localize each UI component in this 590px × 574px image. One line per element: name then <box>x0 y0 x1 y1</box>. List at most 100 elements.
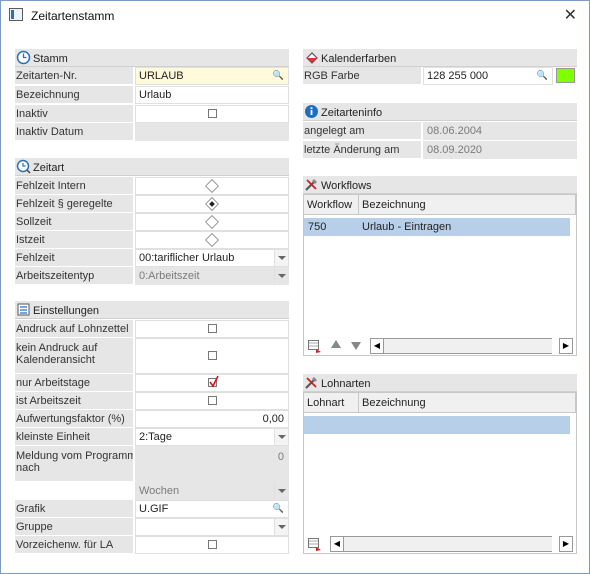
row-wochen: Wochen <box>15 482 289 500</box>
scroll-right-arrow[interactable]: ▶ <box>559 338 573 354</box>
workflows-col-workflow[interactable]: Workflow <box>304 195 359 215</box>
horizontal-scrollbar[interactable] <box>344 536 552 552</box>
rgb-farbe-value: 128 255 000 <box>427 70 489 82</box>
grafik-field[interactable]: U.GIF 🔍 <box>135 500 289 518</box>
fehlzeit-select[interactable]: 00:tariflicher Urlaub <box>135 249 289 267</box>
section-workflows-header: Workflows <box>303 176 577 194</box>
nur-arbeitstage-cell <box>135 374 289 392</box>
kleinste-einheit-select[interactable]: 2:Tage <box>135 428 289 446</box>
workflows-table: Workflow Bezeichnung 750 Urlaub - Eintra… <box>303 194 577 356</box>
arbeitszeitentyp-label: Arbeitszeitentyp <box>15 267 133 285</box>
rgb-farbe-field[interactable]: 128 255 000 🔍 <box>423 67 553 85</box>
vorzeichen-cell <box>135 536 289 554</box>
angelegt-value: 08.06.2004 <box>427 125 483 137</box>
row-kleinste-einheit: kleinste Einheit 2:Tage <box>15 428 289 446</box>
arbeitszeitentyp-select: 0:Arbeitszeit <box>135 267 289 285</box>
info-icon <box>305 105 318 118</box>
fehlzeit-geregelt-radio[interactable] <box>204 196 220 212</box>
row-kein-andruck: kein Andruck auf Kalenderansicht <box>15 338 289 374</box>
scroll-left-arrow[interactable]: ◀ <box>370 338 384 354</box>
color-swatch[interactable] <box>556 68 575 83</box>
chevron-down-icon <box>274 268 288 284</box>
search-icon[interactable]: 🔍 <box>273 70 284 81</box>
lohnarten-col-lohnart[interactable]: Lohnart <box>304 393 359 413</box>
row-rgb-farbe: RGB Farbe 128 255 000 🔍 <box>303 67 577 85</box>
gruppe-select[interactable] <box>135 518 289 536</box>
inaktiv-checkbox[interactable] <box>208 109 217 118</box>
meldung-label-line2: nach <box>16 462 40 474</box>
checkmark-icon <box>209 375 219 388</box>
inaktiv-datum-field <box>135 123 289 141</box>
row-meldung: Meldung vom Programm nach 0 <box>15 446 289 482</box>
search-icon[interactable]: 🔍 <box>273 503 284 514</box>
bezeichnung-value: Urlaub <box>139 89 172 101</box>
row-edit-icon[interactable] <box>308 538 322 551</box>
chevron-down-icon[interactable] <box>274 519 288 535</box>
aenderung-value: 08.09.2020 <box>427 144 483 156</box>
section-lohnarten-header: Lohnarten <box>303 374 577 392</box>
fehlzeit-intern-radio[interactable] <box>204 178 220 194</box>
aenderung-field: 08.09.2020 <box>423 141 577 159</box>
lohnarten-navigator: ◀ ▶ <box>306 536 574 554</box>
kein-andruck-checkbox[interactable] <box>208 351 217 360</box>
aufwertungsfaktor-value: 0,00 <box>262 413 284 425</box>
aufwertungsfaktor-field[interactable]: 0,00 <box>135 410 289 428</box>
wochen-select: Wochen <box>135 482 289 500</box>
fehlzeit-value: 00:tariflicher Urlaub <box>139 252 235 264</box>
lohnarten-table: Lohnart Bezeichnung ◀ ▶ <box>303 392 577 554</box>
section-lohnarten-label: Lohnarten <box>321 378 371 390</box>
row-nur-arbeitstage: nur Arbeitstage <box>15 374 289 392</box>
fehlzeit-geregelt-cell <box>135 195 289 213</box>
section-zeitarteninfo-header: Zeitarteninfo <box>303 103 577 121</box>
settings-sliders-icon <box>17 303 30 316</box>
chevron-down-icon[interactable] <box>274 429 288 445</box>
row-sollzeit: Sollzeit <box>15 213 289 231</box>
bezeichnung-field[interactable]: Urlaub <box>135 86 289 104</box>
workflows-col-bezeichnung[interactable]: Bezeichnung <box>359 195 576 215</box>
row-angelegt: angelegt am 08.06.2004 <box>303 122 577 140</box>
meldung-field: 0 <box>135 446 289 482</box>
chevron-down-icon[interactable] <box>274 250 288 266</box>
scroll-left-arrow[interactable]: ◀ <box>330 536 344 552</box>
inaktiv-datum-label: Inaktiv Datum <box>15 123 133 141</box>
zeitarten-nr-field[interactable]: URLAUB 🔍 <box>135 67 289 85</box>
istzeit-cell <box>135 231 289 249</box>
fehlzeit-label: Fehlzeit <box>15 249 133 267</box>
kein-andruck-cell <box>135 338 289 374</box>
zeitarten-nr-value: URLAUB <box>139 70 184 82</box>
horizontal-scrollbar[interactable] <box>384 338 552 354</box>
scroll-right-arrow[interactable]: ▶ <box>559 536 573 552</box>
zeitarten-nr-label: Zeitarten-Nr. <box>15 67 133 85</box>
lohnarten-col-bezeichnung[interactable]: Bezeichnung <box>359 393 576 413</box>
section-kalenderfarben-label: Kalenderfarben <box>321 53 397 65</box>
kleinste-einheit-value: 2:Tage <box>139 431 173 443</box>
vorzeichen-checkbox[interactable] <box>208 540 217 549</box>
sollzeit-radio[interactable] <box>204 214 220 230</box>
aufwertungsfaktor-label: Aufwertungsfaktor (%) <box>15 410 133 428</box>
grafik-label: Grafik <box>15 500 133 518</box>
row-inaktiv-datum: Inaktiv Datum <box>15 123 289 141</box>
move-up-icon[interactable] <box>331 340 341 348</box>
move-down-icon[interactable] <box>351 342 361 350</box>
tools-icon <box>305 179 317 191</box>
wochen-value: Wochen <box>139 485 180 497</box>
window-app-icon <box>9 8 23 21</box>
section-zeitart-label: Zeitart <box>33 162 65 174</box>
istzeit-radio[interactable] <box>204 232 220 248</box>
row-edit-icon[interactable] <box>308 340 322 353</box>
clock-icon <box>16 50 31 65</box>
andruck-lohnzettel-checkbox[interactable] <box>208 324 217 333</box>
section-workflows-label: Workflows <box>321 180 372 192</box>
arbeitszeitentyp-value: 0:Arbeitszeit <box>139 270 200 282</box>
section-zeitarteninfo-label: Zeitarteninfo <box>321 107 383 119</box>
row-aenderung: letzte Änderung am 08.09.2020 <box>303 141 577 159</box>
inaktiv-cell <box>135 105 289 123</box>
row-gruppe: Gruppe <box>15 518 289 536</box>
ist-arbeitszeit-checkbox[interactable] <box>208 396 217 405</box>
ist-arbeitszeit-cell <box>135 392 289 410</box>
table-row[interactable] <box>304 416 570 434</box>
table-row[interactable]: 750 Urlaub - Eintragen <box>304 218 570 236</box>
search-icon[interactable]: 🔍 <box>537 70 548 81</box>
aenderung-label: letzte Änderung am <box>303 141 421 159</box>
close-button[interactable]: ✕ <box>564 5 577 25</box>
